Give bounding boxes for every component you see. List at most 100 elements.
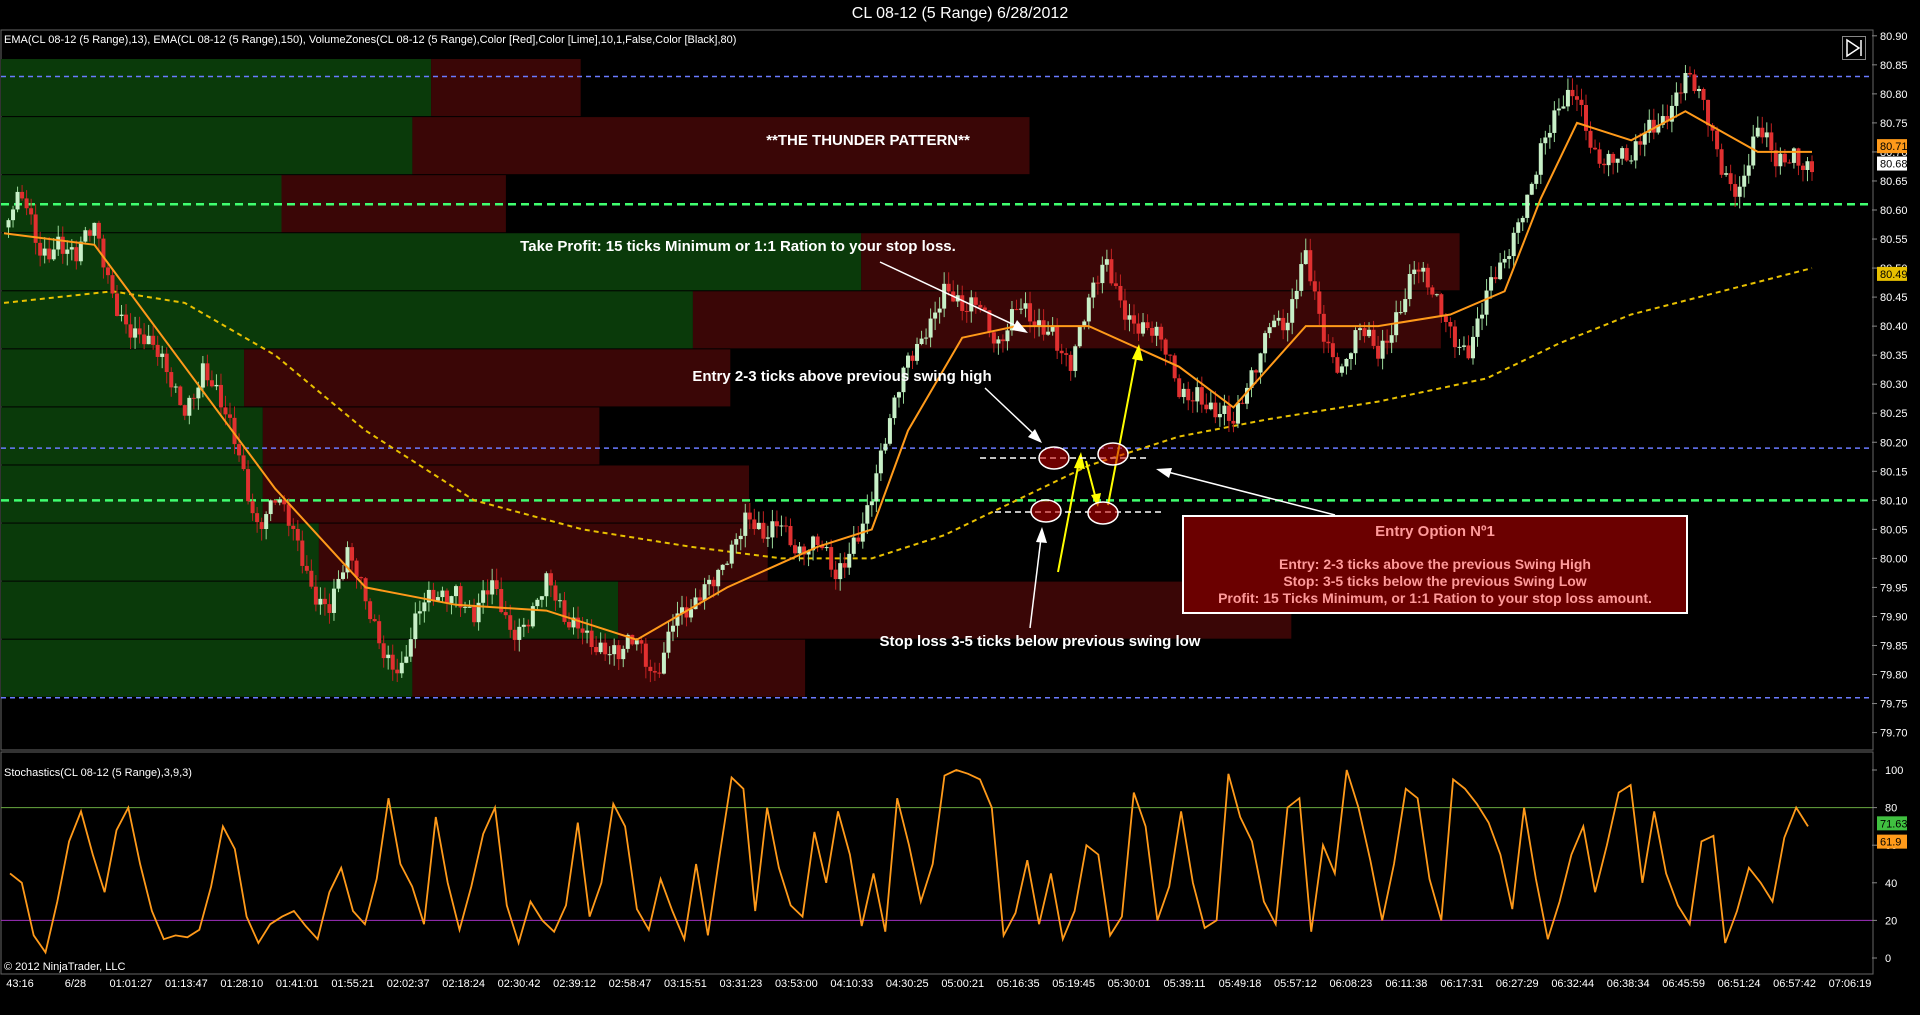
candle-body-91 [413, 613, 418, 640]
candle-body-300 [1358, 328, 1362, 331]
price-badge-label-1: 80.68 [1880, 159, 1908, 171]
candle-body-298 [1348, 353, 1353, 359]
candle-body-209 [946, 283, 951, 292]
candle-body-23 [105, 267, 110, 276]
candle-body-385 [1742, 175, 1747, 187]
entry-box-line2: Stop: 3-5 ticks below the previous Swing… [1283, 573, 1587, 589]
candle-body-301 [1362, 328, 1367, 337]
candle-body-172 [779, 525, 784, 527]
candle-body-331 [1498, 262, 1503, 280]
candle-body-339 [1534, 174, 1539, 184]
price-tick-label-13: 80.25 [1880, 408, 1908, 420]
candle-body-245 [1109, 259, 1114, 284]
price-tick-label-12: 80.30 [1880, 379, 1908, 391]
candle-body-13 [60, 236, 65, 254]
time-tick-label-13: 03:31:23 [719, 978, 762, 990]
candle-body-257 [1163, 339, 1168, 355]
candle-body-71 [322, 598, 327, 605]
time-tick-label-11: 02:58:47 [609, 978, 652, 990]
candle-body-118 [535, 599, 540, 607]
candle-body-20 [92, 222, 97, 236]
candle-body-358 [1620, 148, 1625, 159]
time-tick-label-21: 05:39:11 [1164, 978, 1206, 990]
candle-body-352 [1593, 147, 1598, 150]
time-axis: 43:16 6/28 01:01:27 01:13:47 01:28:10 01:41:0… [1, 973, 1872, 990]
price-tick-label-24: 79.70 [1880, 728, 1908, 740]
candle-body-168 [761, 522, 766, 539]
candle-body-347 [1570, 89, 1575, 97]
candle-body-371 [1678, 92, 1683, 94]
time-tick-label-5: 01:41:01 [276, 978, 319, 990]
candle-body-365 [1651, 119, 1656, 133]
candle-body-160 [725, 563, 730, 565]
candle-body-90 [408, 639, 413, 657]
candle-body-113 [512, 629, 517, 640]
time-tick-label-9: 02:30:42 [498, 978, 541, 990]
candle-body-271 [1226, 405, 1231, 421]
candle-body-104 [472, 606, 477, 623]
time-tick-label-22: 05:49:18 [1219, 978, 1262, 990]
candle-body-248 [1122, 300, 1127, 320]
candle-body-335 [1516, 222, 1521, 233]
play-end-icon[interactable] [1842, 36, 1866, 60]
candle-body-234 [1059, 350, 1064, 354]
candle-body-325 [1471, 336, 1475, 359]
stochastics-panel: 10080604020071.6361.9 [1, 765, 1908, 965]
candle-body-316 [1430, 287, 1435, 295]
candle-body-59 [268, 500, 273, 515]
candle-body-155 [702, 584, 707, 601]
candle-body-216 [978, 304, 983, 308]
candle-body-144 [652, 671, 657, 673]
candle-body-379 [1715, 130, 1720, 150]
candle-body-334 [1511, 232, 1516, 257]
candle-body-374 [1692, 74, 1697, 92]
stoch-tick-label-3: 40 [1885, 878, 1897, 890]
candle-body-64 [291, 525, 296, 529]
candle-body-176 [797, 546, 802, 554]
candle-body-241 [1091, 282, 1096, 298]
candle-body-170 [770, 521, 775, 538]
candle-body-86 [390, 654, 395, 670]
candle-body-175 [793, 545, 797, 554]
candle-body-318 [1439, 294, 1444, 317]
time-tick-label-1: 6/28 [65, 978, 86, 990]
candle-body-109 [494, 580, 499, 589]
price-tick-label-6: 80.60 [1880, 205, 1908, 217]
candle-body-201 [910, 355, 915, 361]
candle-body-130 [589, 630, 594, 648]
candle-body-25 [115, 293, 119, 317]
candle-body-205 [928, 318, 933, 338]
candle-body-290 [1312, 281, 1317, 292]
candle-body-123 [557, 600, 562, 602]
candle-body-189 [856, 537, 861, 542]
candle-body-197 [892, 397, 897, 419]
time-tick-label-16: 04:30:25 [886, 978, 929, 990]
candle-body-22 [101, 238, 106, 268]
stoch-line [9, 769, 1809, 955]
candle-body-284 [1285, 322, 1290, 331]
candle-body-274 [1240, 402, 1245, 404]
candle-body-111 [503, 612, 508, 616]
candle-body-312 [1412, 269, 1417, 275]
candle-body-267 [1208, 402, 1213, 410]
candle-body-24 [110, 275, 115, 294]
candle-body-226 [1023, 303, 1028, 309]
candle-body-277 [1254, 370, 1259, 373]
price-tick-label-18: 80.00 [1880, 553, 1908, 565]
candle-body-16 [74, 247, 79, 262]
candle-body-4 [20, 191, 25, 199]
candle-body-207 [937, 308, 942, 313]
candle-body-349 [1579, 99, 1584, 106]
candle-body-393 [1778, 153, 1783, 167]
candle-body-291 [1317, 291, 1322, 314]
time-tick-label-14: 03:53:00 [775, 978, 818, 990]
price-chart[interactable]: 80.9080.8580.8080.7580.7080.6580.6080.55… [0, 0, 1920, 1015]
candle-body-278 [1258, 353, 1263, 373]
candle-body-384 [1737, 186, 1742, 197]
candle-body-265 [1199, 387, 1204, 405]
candle-body-88 [399, 662, 404, 674]
candle-body-180 [815, 536, 820, 546]
time-tick-label-30: 06:45:59 [1662, 978, 1705, 990]
time-tick-label-27: 06:27:29 [1496, 978, 1539, 990]
candle-body-65 [295, 528, 300, 541]
